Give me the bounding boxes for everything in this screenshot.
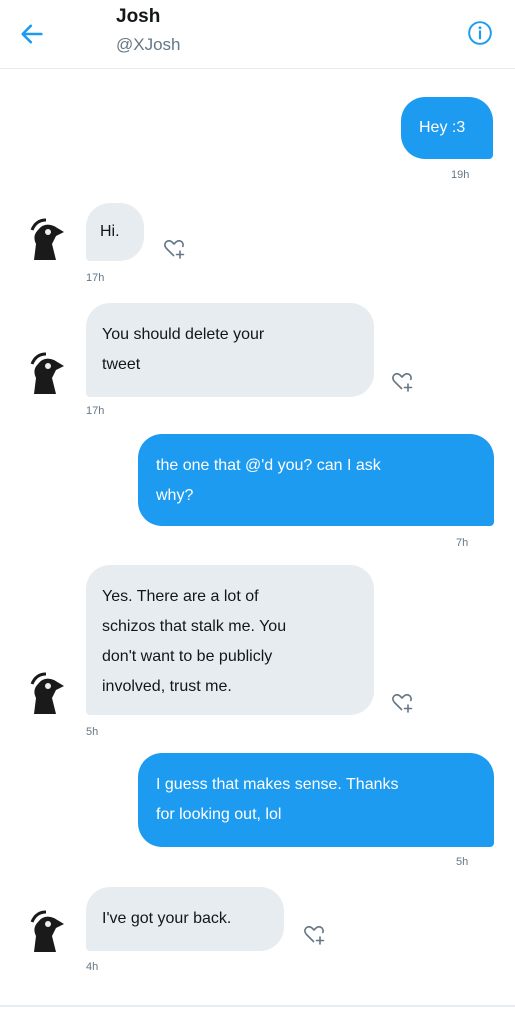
back-arrow-icon[interactable] xyxy=(18,20,46,48)
message-timestamp: 7h xyxy=(456,537,469,549)
avatar[interactable] xyxy=(22,348,70,396)
heart-plus-icon[interactable] xyxy=(302,922,326,946)
message-text: I've got your back. xyxy=(102,910,232,927)
info-icon[interactable] xyxy=(467,20,493,46)
message-bubble-received[interactable]: I've got your back. xyxy=(86,887,284,951)
message-line: Yes. There are a lot of xyxy=(102,588,259,605)
message-line: I guess that makes sense. Thanks xyxy=(156,776,399,793)
message-text: Hi. xyxy=(100,223,120,240)
message-line: You should delete your xyxy=(102,326,265,343)
message-line: schizos that stalk me. You xyxy=(102,618,287,635)
message-bubble-received[interactable]: Hi. xyxy=(86,203,144,261)
message-line: why? xyxy=(156,487,194,504)
message-line: for looking out, lol xyxy=(156,806,282,823)
message-timestamp: 17h xyxy=(86,272,105,284)
avatar[interactable] xyxy=(22,668,70,716)
heart-plus-icon[interactable] xyxy=(390,690,414,714)
message-bubble-received[interactable]: You should delete your tweet xyxy=(86,303,374,397)
message-bubble-received[interactable]: Yes. There are a lot of schizos that sta… xyxy=(86,565,374,715)
message-line: tweet xyxy=(102,356,141,373)
message-timestamp: 17h xyxy=(86,405,105,417)
message-bubble-sent[interactable]: I guess that makes sense. Thanks for loo… xyxy=(138,753,494,847)
heart-plus-icon[interactable] xyxy=(162,236,186,260)
message-bubble-sent[interactable]: Hey :3 xyxy=(401,97,493,159)
divider xyxy=(0,1005,515,1007)
avatar[interactable] xyxy=(22,906,70,954)
avatar[interactable] xyxy=(22,214,70,262)
message-timestamp: 5h xyxy=(456,856,469,868)
heart-plus-icon[interactable] xyxy=(390,369,414,393)
message-line: the one that @'d you? can I ask xyxy=(156,457,381,474)
contact-handle[interactable]: @XJosh xyxy=(116,35,181,55)
message-timestamp: 4h xyxy=(86,961,99,973)
message-line: involved, trust me. xyxy=(102,678,232,695)
message-text: Hey :3 xyxy=(419,119,466,136)
message-line: don't want to be publicly xyxy=(102,648,273,665)
conversation-header: Josh @XJosh xyxy=(0,0,515,69)
contact-name[interactable]: Josh xyxy=(116,6,160,28)
message-timestamp: 5h xyxy=(86,726,99,738)
message-bubble-sent[interactable]: the one that @'d you? can I ask why? xyxy=(138,434,494,526)
message-timestamp: 19h xyxy=(451,169,470,181)
